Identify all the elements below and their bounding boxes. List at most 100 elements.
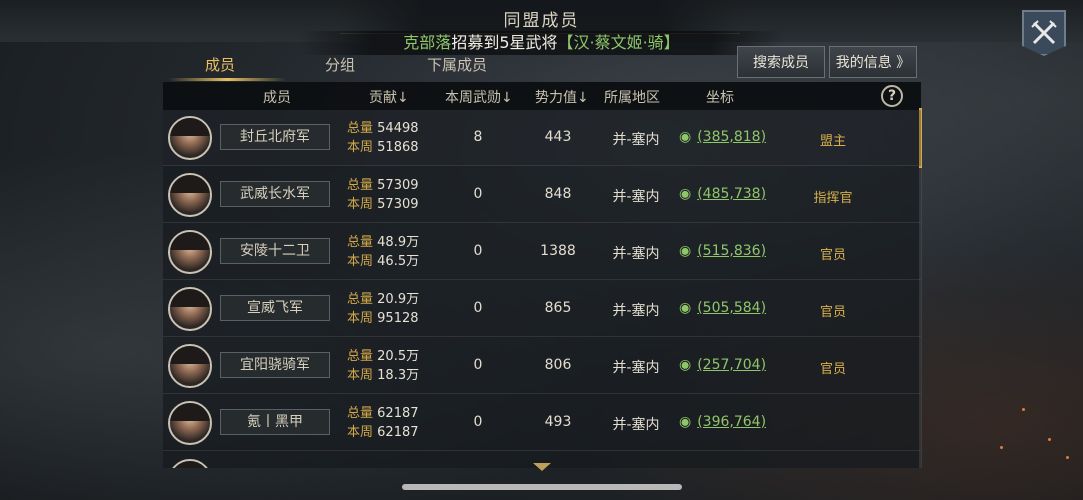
tab-members[interactable]: 成员 bbox=[205, 54, 235, 75]
contribution-values: 总量 20.9万 本周 95128 bbox=[347, 290, 419, 328]
search-member-button[interactable]: 搜索成员 bbox=[737, 46, 825, 78]
avatar bbox=[168, 116, 212, 160]
member-role: 盟主 bbox=[819, 134, 846, 149]
member-name[interactable]: 封丘北府军 bbox=[220, 124, 330, 150]
region: 并-塞内 bbox=[612, 189, 660, 205]
member-name[interactable]: 武威长水军 bbox=[220, 181, 330, 207]
ember-decoration bbox=[1022, 408, 1025, 411]
member-row[interactable]: 宣威飞军 总量 20.9万 本周 95128 0 865 并-塞内 ◉ (505,… bbox=[163, 281, 921, 337]
map-pin-icon: ◉ bbox=[679, 414, 692, 430]
avatar bbox=[168, 230, 212, 274]
tab-bar: 成员 分组 下属成员 bbox=[163, 50, 723, 80]
coordinate-link[interactable]: ◉ (485,738) bbox=[679, 186, 766, 202]
week-label: 本周 bbox=[347, 197, 374, 212]
coordinate-link[interactable]: ◉ (396,764) bbox=[679, 414, 766, 430]
power: 848 bbox=[544, 186, 572, 202]
total-label: 总量 bbox=[347, 121, 374, 136]
col-region: 所属地区 bbox=[604, 90, 660, 106]
power: 865 bbox=[544, 300, 572, 316]
power: 1388 bbox=[540, 243, 576, 259]
col-contribution[interactable]: 贡献↓ bbox=[369, 87, 409, 107]
home-indicator[interactable] bbox=[402, 484, 682, 490]
tab-subordinates[interactable]: 下属成员 bbox=[427, 54, 487, 75]
table-header: 成员 贡献↓ 本周武勋↓ 势力值↓ 所属地区 坐标 bbox=[163, 82, 921, 110]
total-value: 54498 bbox=[377, 121, 419, 136]
coordinate-text: (396,764) bbox=[697, 414, 767, 430]
avatar bbox=[168, 287, 212, 331]
weekly-merit: 0 bbox=[473, 414, 483, 430]
week-label: 本周 bbox=[347, 368, 374, 383]
member-row[interactable]: 安陵十二卫 总量 48.9万 本周 46.5万 0 1388 并-塞内 ◉ (51… bbox=[163, 224, 921, 280]
week-label: 本周 bbox=[347, 254, 374, 269]
ember-decoration bbox=[1066, 456, 1069, 459]
map-pin-icon: ◉ bbox=[679, 186, 692, 202]
page-title: 同盟成员 bbox=[503, 11, 580, 31]
avatar bbox=[168, 344, 212, 388]
region: 并-塞内 bbox=[612, 246, 660, 262]
member-row[interactable]: 武威长水军 总量 57309 本周 57309 0 848 并-塞内 ◉ (485… bbox=[163, 167, 921, 223]
week-label: 本周 bbox=[347, 140, 374, 155]
coordinate-link[interactable]: ◉ (515,836) bbox=[679, 243, 766, 259]
contribution-values: 总量 48.9万 本周 46.5万 bbox=[347, 233, 419, 271]
col-power[interactable]: 势力值↓ bbox=[535, 87, 589, 107]
member-role: 官员 bbox=[819, 248, 846, 263]
member-row[interactable]: 氪丨黑甲 总量 62187 本周 62187 0 493 并-塞内 ◉ (396,… bbox=[163, 395, 921, 451]
avatar bbox=[168, 401, 212, 445]
region: 并-塞内 bbox=[612, 417, 660, 433]
member-name[interactable]: 氪丨黑甲 bbox=[220, 409, 330, 435]
member-row[interactable]: 宜阳骁骑军 总量 20.5万 本周 18.3万 0 806 并-塞内 ◉ (257… bbox=[163, 338, 921, 394]
total-label: 总量 bbox=[347, 349, 374, 364]
coordinate-link[interactable]: ◉ (505,584) bbox=[679, 300, 766, 316]
power: 443 bbox=[544, 129, 572, 145]
col-weekly-merit[interactable]: 本周武勋↓ bbox=[445, 87, 513, 107]
scroll-down-icon[interactable] bbox=[533, 463, 551, 471]
weekly-merit: 8 bbox=[473, 129, 483, 145]
total-label: 总量 bbox=[347, 292, 374, 307]
coordinate-text: (505,584) bbox=[697, 300, 767, 316]
weekly-merit: 0 bbox=[473, 300, 483, 316]
tab-groups[interactable]: 分组 bbox=[325, 54, 355, 75]
week-value: 57309 bbox=[377, 197, 419, 212]
week-label: 本周 bbox=[347, 425, 374, 440]
member-role: 指挥官 bbox=[813, 191, 853, 206]
ember-decoration bbox=[1048, 438, 1051, 441]
contribution-values: 总量 62187 本周 62187 bbox=[347, 404, 419, 442]
help-button[interactable]: ? bbox=[881, 85, 903, 107]
total-label: 总量 bbox=[347, 178, 374, 193]
col-member: 成员 bbox=[263, 90, 291, 106]
week-value: 62187 bbox=[377, 425, 419, 440]
my-info-button[interactable]: 我的信息 》 bbox=[829, 46, 917, 78]
power: 493 bbox=[544, 414, 572, 430]
coordinate-text: (485,738) bbox=[697, 186, 767, 202]
total-value: 20.9万 bbox=[377, 292, 420, 307]
region: 并-塞内 bbox=[612, 360, 660, 376]
coordinate-link[interactable]: ◉ (257,704) bbox=[679, 357, 766, 373]
total-value: 48.9万 bbox=[377, 235, 420, 250]
member-name[interactable]: 宜阳骁骑军 bbox=[220, 352, 330, 378]
col-coords: 坐标 bbox=[706, 90, 734, 106]
weekly-merit: 0 bbox=[473, 243, 483, 259]
avatar bbox=[168, 173, 212, 217]
active-tab-indicator bbox=[168, 78, 286, 81]
coordinate-link[interactable]: ◉ (385,818) bbox=[679, 129, 766, 145]
total-value: 62187 bbox=[377, 406, 419, 421]
member-name[interactable]: 宣威飞军 bbox=[220, 295, 330, 321]
member-name[interactable]: 安陵十二卫 bbox=[220, 238, 330, 264]
crossed-swords-icon bbox=[1031, 20, 1057, 45]
member-row[interactable]: 封丘北府军 总量 54498 本周 51868 8 443 并-塞内 ◉ (385… bbox=[163, 110, 921, 166]
avatar bbox=[168, 459, 212, 468]
total-value: 57309 bbox=[377, 178, 419, 193]
weekly-merit: 0 bbox=[473, 186, 483, 202]
week-value: 46.5万 bbox=[377, 254, 420, 269]
power: 806 bbox=[544, 357, 572, 373]
week-value: 51868 bbox=[377, 140, 419, 155]
map-pin-icon: ◉ bbox=[679, 243, 692, 259]
member-role: 官员 bbox=[819, 305, 846, 320]
total-value: 20.5万 bbox=[377, 349, 420, 364]
contribution-values: 总量 54498 本周 51868 bbox=[347, 119, 419, 157]
total-label: 总量 bbox=[347, 235, 374, 250]
week-value: 18.3万 bbox=[377, 368, 420, 383]
coordinate-text: (385,818) bbox=[697, 129, 767, 145]
week-value: 95128 bbox=[377, 311, 419, 326]
map-pin-icon: ◉ bbox=[679, 300, 692, 316]
